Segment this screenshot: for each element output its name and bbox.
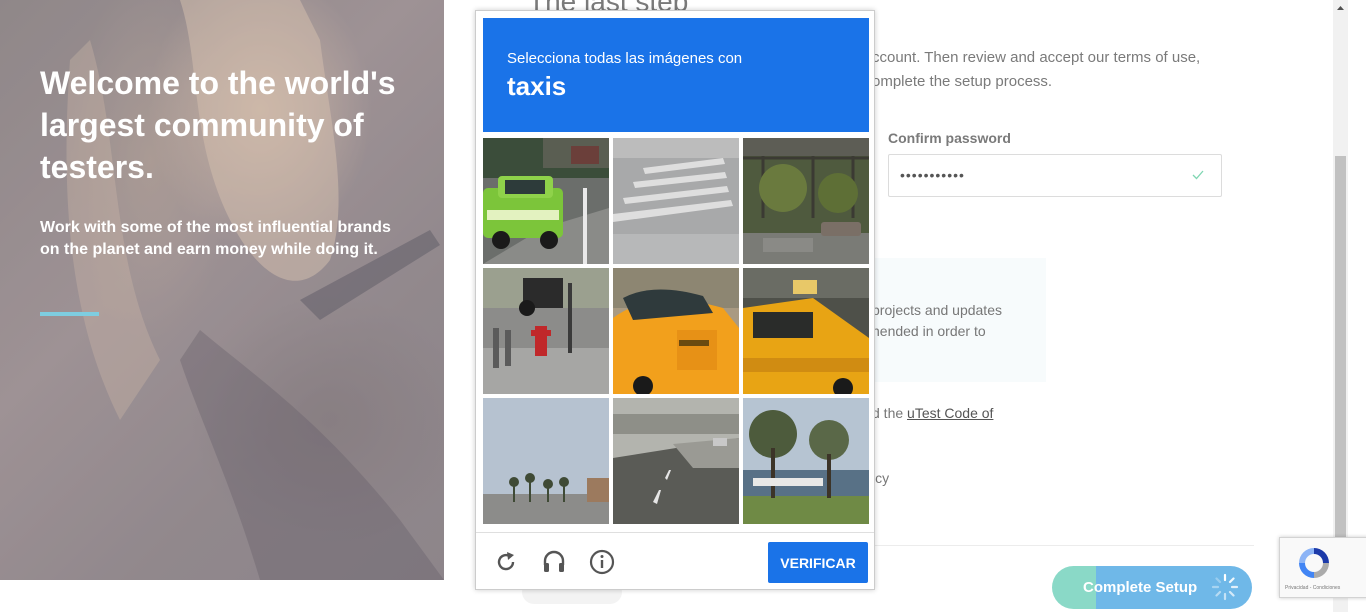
captcha-tile-4[interactable] bbox=[483, 268, 609, 394]
captcha-header: Selecciona todas las imágenes con taxis bbox=[483, 18, 869, 132]
hero-subtitle: Work with some of the most influential b… bbox=[40, 219, 391, 258]
recaptcha-legal[interactable]: Privacidad - Condiciones bbox=[1285, 585, 1340, 591]
code-of-conduct-text: d the uTest Code of bbox=[872, 405, 993, 421]
scroll-up-arrow-icon[interactable] bbox=[1333, 0, 1348, 17]
recaptcha-badge[interactable]: Privacidad - Condiciones bbox=[1279, 537, 1366, 598]
captcha-tile-7[interactable] bbox=[483, 398, 609, 524]
tile-image-crosswalk bbox=[613, 138, 739, 264]
captcha-instruction: Selecciona todas las imágenes con bbox=[507, 50, 743, 67]
captcha-tile-3[interactable] bbox=[743, 138, 869, 264]
reload-icon[interactable] bbox=[493, 549, 519, 575]
tile-image-trees-water bbox=[743, 398, 869, 524]
check-icon bbox=[1192, 170, 1204, 180]
captcha-target: taxis bbox=[507, 71, 567, 101]
tile-image-yellow-cab bbox=[743, 268, 869, 394]
confirm-password-field[interactable]: ••••••••••• bbox=[888, 154, 1222, 197]
verify-button[interactable]: VERIFICAR bbox=[768, 542, 868, 583]
code-prefix: d the bbox=[872, 405, 908, 421]
complete-setup-label: Complete Setup bbox=[1083, 579, 1198, 596]
hero-title: Welcome to the world's largest community… bbox=[40, 65, 396, 185]
captcha-tile-1[interactable] bbox=[483, 138, 609, 264]
divider bbox=[868, 545, 1254, 546]
page-scrollbar[interactable] bbox=[1333, 0, 1348, 612]
captcha-tile-5[interactable] bbox=[613, 268, 739, 394]
tile-image-green-taxi bbox=[483, 138, 609, 264]
tile-image-hydrant bbox=[483, 268, 609, 394]
captcha-tile-9[interactable] bbox=[743, 398, 869, 524]
loading-spinner-icon bbox=[1211, 573, 1239, 601]
scroll-thumb[interactable] bbox=[1335, 156, 1346, 542]
captcha-footer-divider bbox=[476, 532, 874, 533]
captcha-tile-8[interactable] bbox=[613, 398, 739, 524]
hero-accent-line bbox=[40, 312, 99, 316]
confirm-password-label: Confirm password bbox=[888, 130, 1011, 146]
tile-image-highway bbox=[613, 398, 739, 524]
code-of-conduct-link[interactable]: uTest Code of bbox=[907, 405, 993, 421]
recaptcha-logo-icon bbox=[1299, 548, 1329, 578]
captcha-tile-6[interactable] bbox=[743, 268, 869, 394]
confirm-password-value: ••••••••••• bbox=[900, 167, 965, 183]
tile-image-yellow-taxi bbox=[613, 268, 739, 394]
hero-panel: Welcome to the world's largest community… bbox=[0, 0, 444, 580]
info-text: projects and updates nended in order to bbox=[872, 302, 1002, 339]
tile-image-palm-street bbox=[483, 398, 609, 524]
form-intro: ccount. Then review and accept our terms… bbox=[872, 49, 1201, 90]
captcha-tile-2[interactable] bbox=[613, 138, 739, 264]
tile-image-bridge bbox=[743, 138, 869, 264]
captcha-dialog: Selecciona todas las imágenes con taxis bbox=[475, 10, 875, 590]
audio-icon[interactable] bbox=[541, 549, 567, 575]
info-icon[interactable] bbox=[589, 549, 615, 575]
